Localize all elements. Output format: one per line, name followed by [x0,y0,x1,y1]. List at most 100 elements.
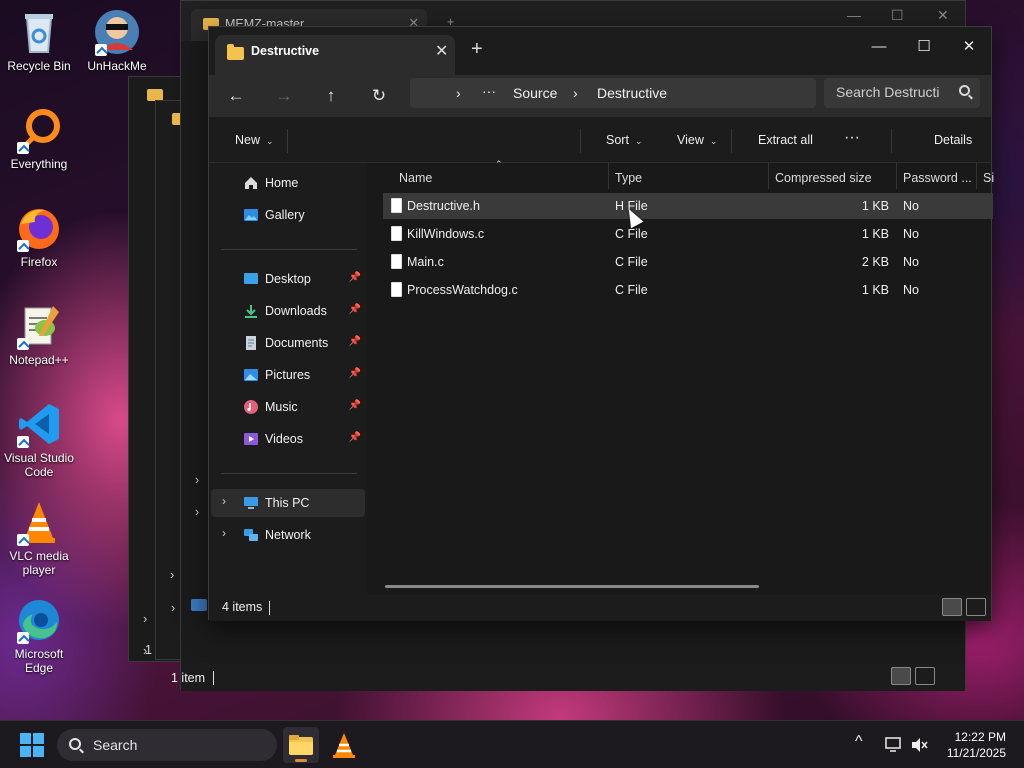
column-header-password[interactable]: Password ... [903,171,972,185]
sidebar-item-network[interactable]: › Network [211,521,365,549]
chevron-right-icon[interactable]: › [195,473,199,487]
maximize-button[interactable]: ☐ [909,33,939,63]
network-status-icon[interactable] [885,737,903,753]
sidebar-item-videos[interactable]: Videos 📌 [211,425,365,453]
up-button[interactable]: ↑ [317,83,345,111]
desktop-icon-everything[interactable]: Everything [0,106,78,172]
network-icon [244,529,258,541]
sidebar-item-gallery[interactable]: Gallery [211,201,365,229]
chevron-right-icon: › [143,611,148,626]
pin-icon[interactable]: 📌 [349,304,361,315]
column-header-type[interactable]: Type [615,171,642,185]
desktop-icon-unhackme[interactable]: UnHackMe [78,8,156,74]
minimize-icon[interactable]: — [847,7,861,23]
file-name: KillWindows.c [407,227,485,241]
file-row[interactable]: KillWindows.c C File 1 KB No [383,221,993,247]
chevron-right-icon[interactable]: › [195,505,199,519]
expand-chevron-icon[interactable]: › [222,526,226,540]
clock[interactable]: 12:22 PM 11/21/2025 [947,729,1006,761]
taskbar-vlc[interactable] [326,727,362,763]
view-button[interactable]: View ⌄ [677,133,717,147]
file-compressed-size: 1 KB [861,227,889,241]
pin-icon[interactable]: 📌 [349,432,361,443]
details-view-button[interactable] [891,667,911,685]
minimize-button[interactable]: — [864,33,894,63]
file-row[interactable]: ProcessWatchdog.c C File 1 KB No [383,277,993,303]
sidebar-item-music[interactable]: Music 📌 [211,393,365,421]
tiles-view-button[interactable] [966,598,986,616]
breadcrumb-destructive[interactable]: Destructive [597,85,667,101]
tray-overflow-chevron[interactable]: ^ [855,733,863,751]
details-view-button[interactable] [942,598,962,616]
start-button[interactable] [20,733,44,757]
details-button[interactable]: Details [934,133,972,147]
column-header-name[interactable]: Name [399,171,432,185]
new-tab-icon[interactable]: + [471,39,483,59]
sidebar-item-label: Music [265,400,298,414]
breadcrumb-overflow-button[interactable]: ··· [482,83,496,99]
taskbar-file-explorer[interactable] [283,727,319,763]
desktop-icon-edge[interactable]: Microsoft Edge [0,596,78,676]
back-button[interactable]: ← [222,83,250,111]
pin-icon[interactable]: 📌 [349,272,361,283]
pin-icon[interactable]: 📌 [349,400,361,411]
maximize-icon[interactable]: ☐ [891,7,904,24]
chevron-down-icon: ⌄ [634,136,643,146]
shortcut-arrow-icon [17,240,29,252]
search-box[interactable] [824,78,980,108]
file-explorer-window[interactable]: Destructive ✕ + — ☐ ✕ ← → ↑ ↻ › ··· Sour… [208,26,994,621]
search-input[interactable] [836,84,946,100]
breadcrumb-chevron-icon[interactable]: › [573,85,578,101]
sidebar-item-label: Gallery [265,208,305,222]
breadcrumb-chevron-icon[interactable]: › [456,85,461,101]
sidebar-item-this-pc[interactable]: › This PC [211,489,365,517]
column-divider[interactable] [608,163,609,189]
desktop-icon-vlc[interactable]: VLC media player [0,498,78,578]
desktop-icon-label: UnHackMe [87,59,147,73]
shortcut-arrow-icon [17,142,29,154]
sidebar-item-pictures[interactable]: Pictures 📌 [211,361,365,389]
column-divider[interactable] [896,163,897,189]
expand-chevron-icon[interactable]: › [222,494,226,508]
desktop-icon-recycle-bin[interactable]: Recycle Bin [0,8,78,74]
sidebar-item-desktop[interactable]: Desktop 📌 [211,265,365,293]
column-divider[interactable] [768,163,769,189]
tiles-view-button[interactable] [915,667,935,685]
refresh-button[interactable]: ↻ [365,83,393,111]
tab-title: Destructive [251,44,320,58]
new-button[interactable]: New ⌄ [235,133,274,147]
breadcrumb-source[interactable]: Source [513,85,557,101]
desktop-icon-notepad-plus-plus[interactable]: Notepad++ [0,302,78,368]
pin-icon[interactable]: 📌 [349,368,361,379]
extract-all-button[interactable]: Extract all [758,133,813,147]
desktop-icon-firefox[interactable]: Firefox [0,204,78,270]
taskbar-search-label: Search [93,737,138,753]
address-bar[interactable]: › ··· Source › Destructive [410,78,816,108]
new-label: New [235,133,261,147]
sort-button[interactable]: Sort ⌄ [606,133,642,147]
taskbar-search[interactable]: Search [57,729,277,761]
column-divider[interactable] [976,163,977,189]
forward-button[interactable]: → [270,83,298,111]
close-icon[interactable]: ✕ [937,7,949,24]
everything-search-icon [15,106,63,154]
chevron-right-icon[interactable]: › [171,601,175,615]
desktop-icon-vscode[interactable]: Visual Studio Code [0,400,78,480]
sidebar-item-downloads[interactable]: Downloads 📌 [211,297,365,325]
more-options-button[interactable]: ··· [844,129,860,147]
pin-icon[interactable]: 📌 [349,336,361,347]
close-button[interactable]: ✕ [954,33,984,63]
tab-destructive[interactable]: Destructive ✕ [215,35,455,75]
column-header-size[interactable]: Si [983,171,994,185]
horizontal-scrollbar[interactable] [385,585,759,588]
sidebar-item-documents[interactable]: Documents 📌 [211,329,365,357]
tab-close-icon[interactable]: ✕ [435,41,448,61]
volume-muted-icon[interactable] [911,737,929,753]
gallery-icon [244,209,258,221]
sidebar-item-home[interactable]: Home [211,169,365,197]
file-row[interactable]: Main.c C File 2 KB No [383,249,993,275]
shortcut-arrow-icon [17,534,29,546]
file-row[interactable]: Destructive.h H File 1 KB No [383,193,993,219]
desktop-icon-label: Notepad++ [9,353,69,367]
column-header-compressed-size[interactable]: Compressed size [775,171,872,185]
